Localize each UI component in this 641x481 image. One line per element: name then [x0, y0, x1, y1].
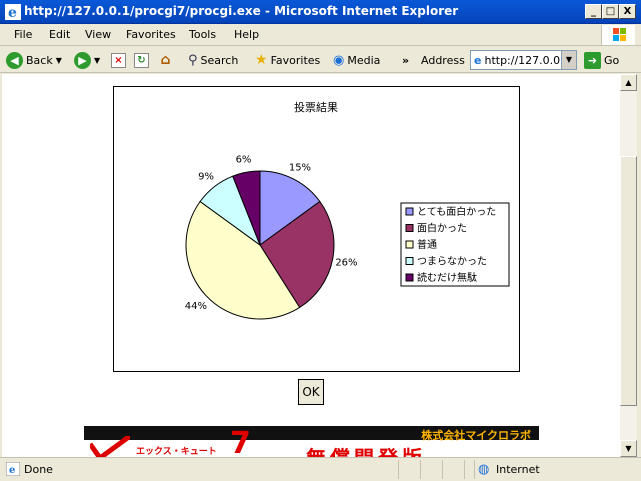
media-icon: ◉ [333, 52, 345, 68]
windows-logo-icon [601, 25, 635, 45]
menu-file[interactable]: File [14, 28, 32, 41]
legend-label: とても面白かった [417, 205, 496, 218]
search-icon: ⚲ [188, 52, 198, 68]
legend-label: 読むだけ無駄 [417, 271, 477, 284]
banner-number: 7 [230, 426, 251, 457]
legend-swatch [405, 257, 414, 265]
pie-slice-label: 6% [236, 155, 252, 166]
back-button[interactable]: ◀ Back ▼ [6, 51, 62, 69]
menu-help[interactable]: Help [234, 28, 259, 41]
legend-label: 普通 [417, 238, 437, 251]
menu-view[interactable]: View [85, 28, 111, 41]
home-icon: ⌂ [160, 52, 171, 68]
address-label-text: Address [421, 53, 465, 67]
status-bar: e Done ◍ Internet [0, 457, 641, 481]
address-input[interactable]: e http://127.0.0. ▼ [470, 50, 577, 70]
back-arrow-icon: ◀ [6, 51, 23, 69]
refresh-icon: ↻ [134, 52, 149, 68]
status-text: Done [24, 463, 53, 476]
address-label: Address [421, 51, 465, 69]
search-label: Search [200, 53, 239, 67]
status-panel [464, 460, 474, 479]
chevron-right-icon: » [402, 53, 410, 67]
go-arrow-icon: ➜ [584, 51, 601, 69]
svg-text:e: e [8, 5, 17, 20]
media-button[interactable]: ◉ Media [333, 51, 380, 69]
stop-button[interactable]: × [111, 51, 126, 69]
status-panel [420, 460, 442, 479]
refresh-button[interactable]: ↻ [134, 51, 149, 69]
pie-slice-label: 15% [289, 163, 311, 174]
banner-logo-mark [90, 436, 130, 457]
security-zone: Internet [496, 463, 540, 476]
legend-swatch [405, 224, 414, 232]
toolbar-overflow-button[interactable]: » [402, 51, 409, 69]
legend-swatch [405, 207, 414, 216]
vertical-scrollbar[interactable]: ▲ ▼ [620, 74, 637, 457]
chart-frame: 投票結果 15% 26% 44% 9% 6% とても面白かった 面白かった普通つまらなかっ… [113, 86, 520, 372]
pie-slice-label: 44% [185, 301, 207, 312]
back-label: Back [26, 53, 53, 67]
home-button[interactable]: ⌂ [158, 51, 173, 69]
legend-label: つまらなかった [417, 256, 487, 268]
banner-headline: 無償開発版 [306, 442, 426, 457]
forward-dropdown-icon[interactable]: ▼ [94, 56, 100, 65]
legend-swatch [405, 240, 414, 249]
address-value[interactable]: http://127.0.0. [484, 54, 563, 67]
minimize-button[interactable]: _ [585, 4, 602, 19]
go-button[interactable]: ➜ Go [584, 51, 619, 69]
advertisement-banner[interactable]: 株式会社マイクロラボ エックス・キュート 7 無償開発版 [84, 426, 539, 457]
stop-icon: × [111, 52, 126, 68]
page-content: 投票結果 15% 26% 44% 9% 6% とても面白かった 面白かった普通つまらなかっ… [2, 74, 620, 457]
star-icon: ★ [255, 52, 268, 68]
pie-chart: 投票結果 15% 26% 44% 9% 6% とても面白かった面白かった普通つまらなかっ… [185, 100, 510, 320]
close-button[interactable]: X [619, 4, 636, 19]
address-dropdown-icon[interactable]: ▼ [561, 51, 576, 69]
status-panel [442, 460, 464, 479]
maximize-button[interactable]: □ [602, 4, 619, 19]
favorites-label: Favorites [270, 53, 321, 67]
ok-button[interactable]: OK [298, 379, 324, 405]
forward-button[interactable]: ▶ ▼ [74, 51, 100, 69]
window-title: http://127.0.0.1/procgi7/procgi.exe - Mi… [24, 4, 459, 18]
go-label: Go [604, 53, 620, 67]
banner-company: 株式会社マイクロラボ [421, 429, 531, 442]
pie-slice-label: 26% [335, 257, 357, 268]
scroll-down-button[interactable]: ▼ [620, 440, 637, 457]
favorites-button[interactable]: ★ Favorites [255, 51, 320, 69]
pie-slice-label: 9% [198, 171, 214, 182]
scroll-thumb[interactable] [620, 156, 637, 406]
legend-label: 面白かった [417, 222, 467, 235]
forward-arrow-icon: ▶ [74, 51, 91, 69]
menu-favorites[interactable]: Favorites [126, 28, 176, 41]
status-panel [398, 460, 420, 479]
back-dropdown-icon[interactable]: ▼ [56, 56, 62, 65]
svg-text:e: e [9, 465, 15, 476]
title-bar: e http://127.0.0.1/procgi7/procgi.exe - … [0, 0, 641, 24]
chart-title: 投票結果 [294, 100, 338, 114]
banner-subtitle: エックス・キュート [136, 447, 217, 457]
legend-swatch [405, 273, 414, 282]
media-label: Media [347, 53, 381, 67]
page-icon: e [474, 53, 482, 67]
menu-edit[interactable]: Edit [49, 28, 70, 41]
menu-tools[interactable]: Tools [189, 28, 216, 41]
ie-icon: e [5, 4, 21, 20]
menu-bar: File Edit View Favorites Tools Help [0, 24, 641, 46]
page-done-icon: e [6, 462, 20, 476]
globe-icon: ◍ [478, 462, 490, 477]
scroll-up-button[interactable]: ▲ [620, 74, 637, 91]
search-button[interactable]: ⚲ Search [188, 51, 238, 69]
